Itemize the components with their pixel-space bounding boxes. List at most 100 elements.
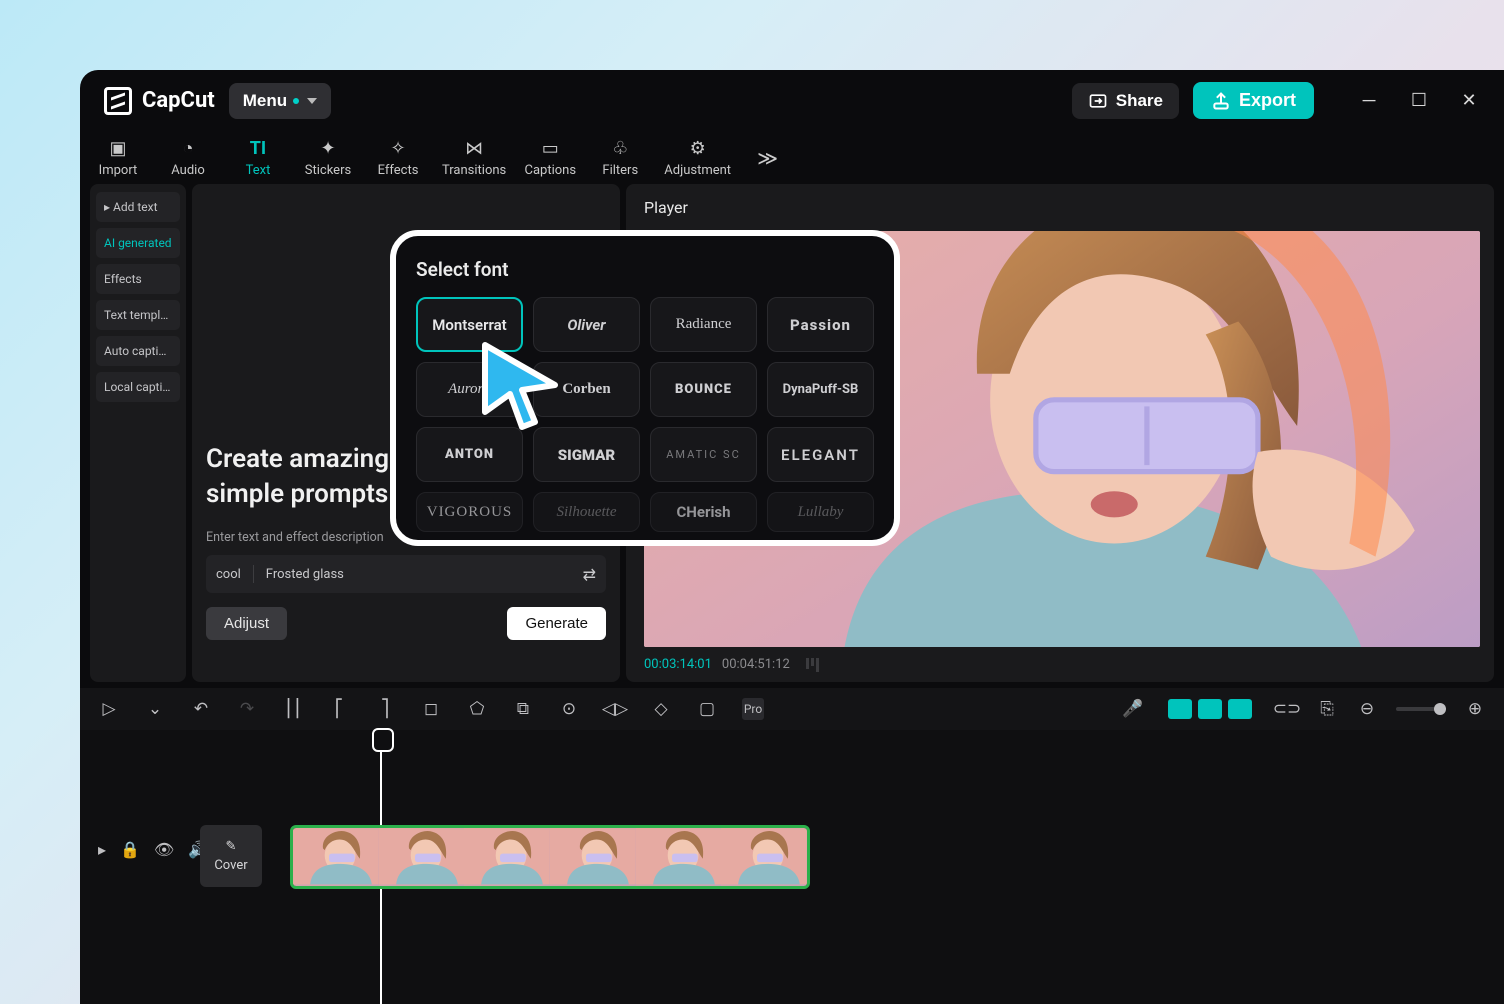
effects-icon: ✧ bbox=[390, 137, 405, 159]
font-option-anton[interactable]: ANTON bbox=[416, 427, 523, 482]
tool-effects[interactable]: ✧ Effects bbox=[372, 137, 424, 178]
tool-filters[interactable]: ♧ Filters bbox=[594, 137, 646, 178]
volume-icon[interactable] bbox=[806, 658, 819, 672]
track-controls: ▸ 🔒 👁 🔊 bbox=[98, 840, 208, 859]
font-select-popup: Select font Montserrat Oliver Radiance P… bbox=[390, 230, 900, 546]
font-option-passion[interactable]: Passion bbox=[767, 297, 874, 352]
rotate-icon[interactable]: ◇ bbox=[650, 698, 672, 720]
pointer-chevron-icon[interactable]: ⌄ bbox=[144, 698, 166, 720]
export-icon bbox=[1211, 91, 1231, 111]
sidebar-item-effects[interactable]: Effects bbox=[96, 264, 180, 294]
import-icon: ▣ bbox=[109, 137, 126, 159]
tool-text[interactable]: TI Text bbox=[232, 137, 284, 178]
tool-label: Text bbox=[246, 163, 271, 178]
redo-icon[interactable]: ↷ bbox=[236, 698, 258, 720]
font-option-cherish[interactable]: CHerish bbox=[650, 492, 757, 532]
adjust-button[interactable]: Adijust bbox=[206, 607, 287, 640]
menu-label: Menu bbox=[243, 91, 287, 111]
zoom-out-icon[interactable]: ⊖ bbox=[1356, 698, 1378, 720]
video-clip[interactable] bbox=[290, 825, 810, 889]
zoom-in-icon[interactable]: ⊕ bbox=[1464, 698, 1486, 720]
clip-thumbnail bbox=[636, 828, 722, 886]
player-title: Player bbox=[644, 198, 1480, 217]
pro-badge-icon[interactable]: Pro bbox=[742, 698, 764, 720]
clip-thumbnail bbox=[550, 828, 636, 886]
trim-right-icon[interactable]: ⎤ bbox=[374, 698, 396, 720]
clip-thumbnail bbox=[464, 828, 550, 886]
font-option-sigmar[interactable]: SIGMAR bbox=[533, 427, 640, 482]
crop2-icon[interactable]: ▢ bbox=[696, 698, 718, 720]
sidebar-item-add-text[interactable]: ▸ Add text bbox=[96, 192, 180, 222]
font-option-radiance[interactable]: Radiance bbox=[650, 297, 757, 352]
shuffle-icon[interactable]: ⇄ bbox=[583, 565, 596, 584]
transitions-icon: ⋈ bbox=[465, 137, 483, 159]
clip-thumbnail bbox=[721, 828, 807, 886]
tool-label: Effects bbox=[378, 163, 419, 178]
mic-icon[interactable]: 🎤 bbox=[1122, 698, 1144, 720]
export-label: Export bbox=[1239, 90, 1296, 111]
zoom-slider[interactable] bbox=[1396, 707, 1446, 711]
sidebar-item-auto-captions[interactable]: Auto captio… bbox=[96, 336, 180, 366]
reverse-icon[interactable]: ⊙ bbox=[558, 698, 580, 720]
undo-icon[interactable]: ↶ bbox=[190, 698, 212, 720]
font-option-lullaby[interactable]: Lullaby bbox=[767, 492, 874, 532]
tool-import[interactable]: ▣ Import bbox=[92, 137, 144, 178]
trim-left-icon[interactable]: ⎡ bbox=[328, 698, 350, 720]
logo-mark-icon bbox=[104, 87, 132, 115]
top-toolbar: ▣ Import ◔ Audio TI Text ✦ Stickers ✧ Ef… bbox=[80, 131, 1504, 178]
close-button[interactable]: ✕ bbox=[1458, 90, 1480, 112]
cover-button[interactable]: ✎ Cover bbox=[200, 825, 262, 887]
tool-audio[interactable]: ◔ Audio bbox=[162, 137, 214, 178]
font-option-elegant[interactable]: ELEGANT bbox=[767, 427, 874, 482]
toolbar-more-button[interactable]: ≫ bbox=[749, 146, 786, 170]
tool-label: Import bbox=[99, 163, 138, 178]
track-lock-icon[interactable]: 🔒 bbox=[120, 840, 140, 859]
title-bar: CapCut Menu Share Export ─ ☐ ✕ bbox=[80, 70, 1504, 131]
mirror-icon[interactable]: ◁▷ bbox=[604, 698, 626, 720]
track-visible-icon[interactable]: 👁 bbox=[154, 840, 174, 859]
tool-label: Transitions bbox=[442, 163, 506, 178]
split-icon[interactable]: ⎮⎮ bbox=[282, 698, 304, 720]
filters-icon: ♧ bbox=[612, 137, 628, 159]
font-option-bounce[interactable]: BOUNCE bbox=[650, 362, 757, 417]
export-button[interactable]: Export bbox=[1193, 82, 1314, 119]
timeline-mode-chips[interactable] bbox=[1168, 699, 1252, 719]
font-option-dynapuff[interactable]: DynaPuff-SB bbox=[767, 362, 874, 417]
mask-icon[interactable]: ⬠ bbox=[466, 698, 488, 720]
player-time-row: 00:03:14:01 00:04:51:12 bbox=[644, 647, 1480, 672]
time-total: 00:04:51:12 bbox=[722, 657, 790, 672]
sidebar-item-ai-generated[interactable]: AI generated bbox=[96, 228, 180, 258]
menu-dot-icon bbox=[293, 98, 299, 104]
font-option-amatic[interactable]: AMATIC SC bbox=[650, 427, 757, 482]
text-sidebar: ▸ Add text AI generated Effects Text tem… bbox=[90, 184, 186, 682]
link-icon[interactable]: ⎘ bbox=[1316, 698, 1338, 720]
minimize-button[interactable]: ─ bbox=[1358, 90, 1380, 112]
tool-stickers[interactable]: ✦ Stickers bbox=[302, 137, 354, 178]
timeline[interactable]: ▸ 🔒 👁 🔊 ✎ Cover bbox=[80, 730, 1504, 1004]
copy-icon[interactable]: ⧉ bbox=[512, 698, 534, 720]
crop-icon[interactable]: ◻ bbox=[420, 698, 442, 720]
share-label: Share bbox=[1116, 91, 1163, 111]
tool-label: Stickers bbox=[305, 163, 351, 178]
tool-label: Adjustment bbox=[664, 163, 731, 178]
audio-icon: ◔ bbox=[183, 137, 194, 159]
share-button[interactable]: Share bbox=[1072, 83, 1179, 119]
clip-thumbnail bbox=[293, 828, 379, 886]
track-toggle-icon[interactable]: ▸ bbox=[98, 840, 106, 859]
prompt-input[interactable]: cool Frosted glass ⇄ bbox=[206, 555, 606, 593]
share-icon bbox=[1088, 91, 1108, 111]
sidebar-item-text-template[interactable]: Text template bbox=[96, 300, 180, 330]
window-controls: ─ ☐ ✕ bbox=[1358, 90, 1480, 112]
magnet-icon[interactable]: ⊂⊃ bbox=[1276, 698, 1298, 720]
sidebar-item-local-captions[interactable]: Local capti… bbox=[96, 372, 180, 402]
font-option-silhouette[interactable]: Silhouette bbox=[533, 492, 640, 532]
cursor-pointer-icon bbox=[480, 340, 570, 430]
maximize-button[interactable]: ☐ bbox=[1408, 90, 1430, 112]
font-option-vigorous[interactable]: VIGOROUS bbox=[416, 492, 523, 532]
generate-button[interactable]: Generate bbox=[507, 607, 606, 640]
pointer-tool-icon[interactable]: ▷ bbox=[98, 698, 120, 720]
tool-adjustment[interactable]: ⚙ Adjustment bbox=[664, 137, 731, 178]
tool-captions[interactable]: ▭ Captions bbox=[524, 137, 576, 178]
tool-transitions[interactable]: ⋈ Transitions bbox=[442, 137, 506, 178]
menu-button[interactable]: Menu bbox=[229, 83, 331, 119]
